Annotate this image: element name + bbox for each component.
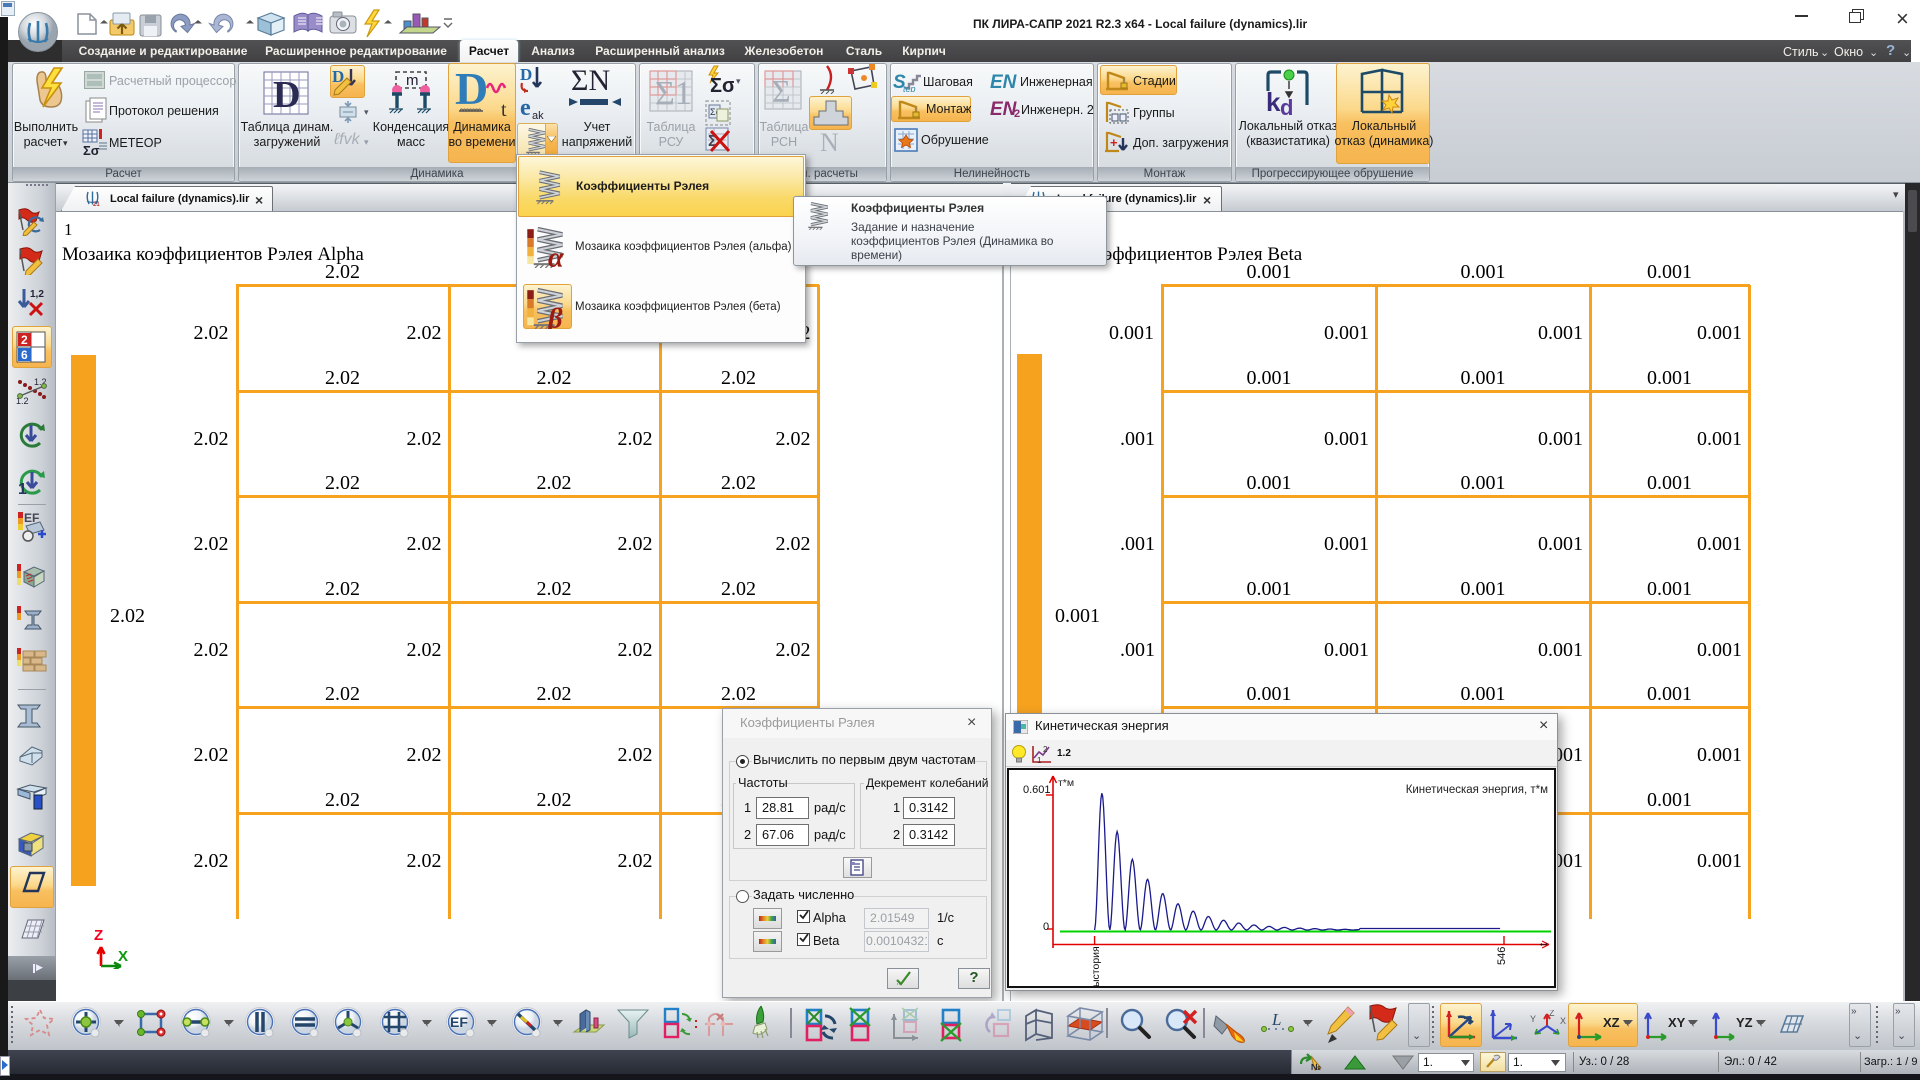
svg-text:Σ1: Σ1 — [655, 75, 692, 112]
svg-text:α: α — [548, 243, 565, 268]
svg-text:m: m — [406, 72, 419, 89]
svg-text:D: D — [455, 66, 488, 114]
svg-text:e: e — [520, 97, 531, 121]
svg-text:D: D — [520, 65, 532, 84]
svg-text:tep: tep — [903, 84, 916, 92]
svg-text:ΣN: ΣN — [571, 68, 610, 97]
svg-text:Σ: Σ — [772, 73, 791, 109]
svg-text:1: 1 — [18, 481, 27, 498]
svg-text:Σσ: Σσ — [710, 75, 734, 97]
svg-text:№: № — [1311, 1062, 1321, 1072]
svg-text:t: t — [501, 99, 507, 118]
svg-text:Y: Y — [1530, 1014, 1536, 1024]
svg-text:21: 21 — [93, 202, 100, 207]
svg-text:Z: Z — [94, 927, 103, 944]
svg-text:6: 6 — [21, 348, 28, 362]
svg-text:k: k — [1266, 87, 1281, 117]
svg-text:2: 2 — [1043, 745, 1048, 754]
svg-text:EF: EF — [450, 1014, 468, 1030]
svg-text:β: β — [547, 304, 563, 329]
svg-text:1,2: 1,2 — [30, 289, 44, 300]
svg-text:L: L — [1271, 1012, 1281, 1029]
svg-text:1: 1 — [1037, 756, 1042, 765]
svg-text:X: X — [118, 948, 128, 965]
svg-text:D: D — [273, 74, 300, 115]
svg-text:Z: Z — [1549, 1010, 1555, 1018]
svg-text:X: X — [1560, 1016, 1566, 1026]
svg-text:d: d — [1280, 95, 1293, 117]
